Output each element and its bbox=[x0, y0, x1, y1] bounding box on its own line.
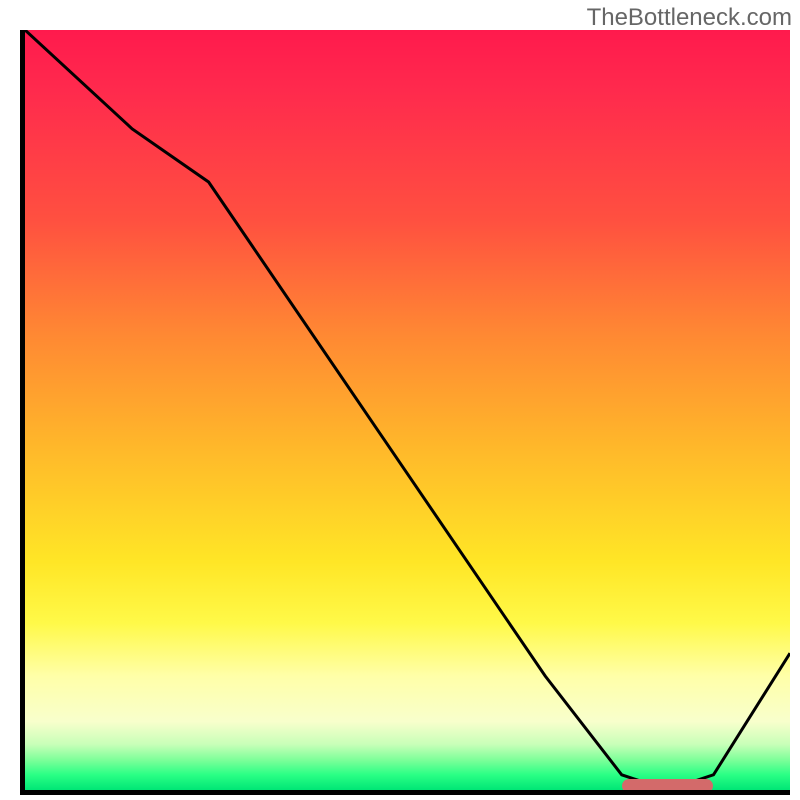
bottleneck-curve bbox=[25, 30, 790, 790]
watermark-text: TheBottleneck.com bbox=[587, 4, 792, 32]
curve-svg bbox=[25, 30, 790, 790]
chart-container: TheBottleneck.com bbox=[0, 0, 800, 800]
sweet-spot-marker bbox=[622, 779, 714, 793]
plot-area bbox=[20, 30, 790, 795]
